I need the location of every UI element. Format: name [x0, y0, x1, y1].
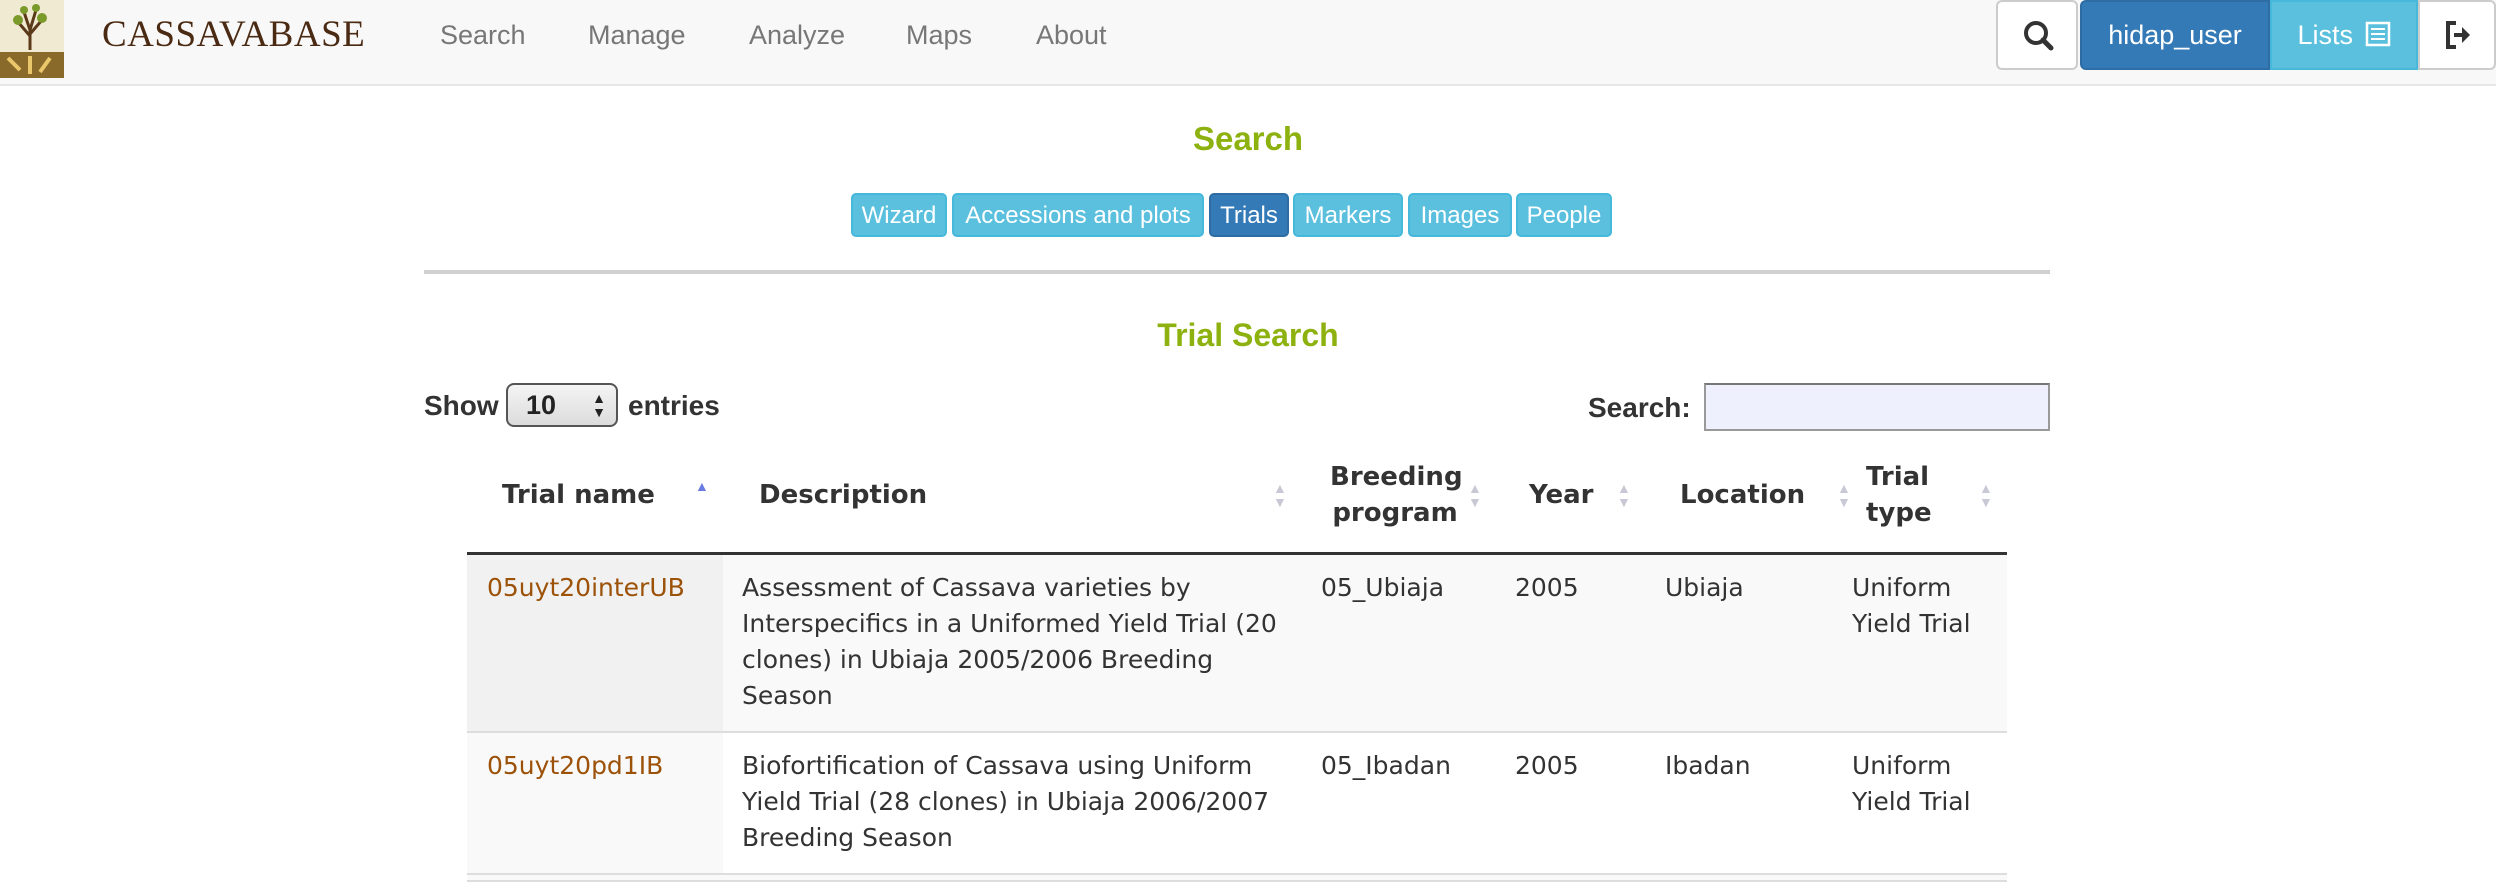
trial-type: Uniform Yield Trial [1852, 751, 1971, 816]
show-label: Show [424, 390, 499, 421]
page-title: Search [1192, 120, 1304, 157]
tab-images[interactable]: Images [1408, 193, 1512, 237]
cassava-logo-image[interactable] [0, 0, 64, 78]
lists-button[interactable]: Lists [2270, 0, 2418, 70]
column-header-description[interactable]: Description [759, 477, 927, 513]
breeding-program: 05_Ibadan [1321, 751, 1451, 780]
column-header-location[interactable]: Location [1680, 477, 1805, 513]
trial-name-link[interactable]: 05uyt20interUB [487, 570, 685, 606]
quick-search-button[interactable] [1996, 0, 2078, 70]
sort-icon: ▲ ▼ [1979, 480, 1993, 510]
trial-name-link[interactable]: 05uyt20pd1IB [487, 748, 663, 784]
trial-location: Ibadan [1665, 751, 1751, 780]
tab-trials[interactable]: Trials [1209, 193, 1289, 237]
nav-manage[interactable]: Manage [588, 14, 686, 56]
tab-markers[interactable]: Markers [1293, 193, 1403, 237]
column-header-trial-name[interactable]: Trial name [502, 477, 655, 513]
section-title: Trial Search [1157, 317, 1339, 353]
trial-description: Assessment of Cassava varieties by Inter… [742, 573, 1277, 710]
nav-about[interactable]: About [1036, 14, 1107, 56]
table-row [467, 875, 2007, 882]
breeding-program: 05_Ubiaja [1321, 573, 1445, 602]
column-header-trial-type[interactable]: Trial type [1866, 459, 1956, 531]
tab-people[interactable]: People [1516, 193, 1612, 237]
sort-asc-icon: ▲ [695, 478, 709, 494]
list-icon [2365, 21, 2390, 47]
trial-description: Biofortification of Cassava using Unifor… [742, 751, 1270, 852]
tab-wizard[interactable]: Wizard [851, 193, 947, 237]
table-search-input[interactable] [1704, 383, 2050, 431]
trial-year: 2005 [1515, 751, 1579, 780]
logout-icon [2446, 21, 2470, 49]
trial-type: Uniform Yield Trial [1852, 573, 1971, 638]
entries-per-page-select[interactable]: 10 ▲ ▼ [506, 383, 618, 427]
sort-icon: ▲ ▼ [1468, 480, 1482, 510]
search-label: Search: [1588, 392, 1691, 423]
user-menu-button[interactable]: hidap_user [2080, 0, 2270, 70]
tab-accessions-and-plots[interactable]: Accessions and plots [952, 193, 1204, 237]
search-icon [2024, 21, 2054, 51]
nav-analyze[interactable]: Analyze [749, 14, 845, 56]
select-arrows-icon: ▲ ▼ [592, 390, 606, 420]
trial-location: Ubiaja [1665, 573, 1744, 602]
top-navbar: CASSAVABASE Search Manage Analyze Maps A… [0, 0, 2496, 86]
nav-maps[interactable]: Maps [906, 14, 972, 56]
sort-icon: ▲ ▼ [1837, 480, 1851, 510]
column-header-breeding-program[interactable]: Breeding program [1330, 459, 1463, 531]
sort-icon: ▲ ▼ [1273, 480, 1287, 510]
trial-year: 2005 [1515, 573, 1579, 602]
entries-label: entries [628, 390, 720, 421]
nav-search[interactable]: Search [440, 14, 526, 56]
sort-icon: ▲ ▼ [1617, 480, 1631, 510]
section-divider [424, 270, 2050, 274]
column-header-year[interactable]: Year [1529, 477, 1593, 513]
entries-per-page-value: 10 [526, 390, 557, 420]
logout-button[interactable] [2418, 0, 2496, 70]
brand-name[interactable]: CASSAVABASE [102, 12, 365, 58]
lists-label: Lists [2297, 20, 2353, 50]
